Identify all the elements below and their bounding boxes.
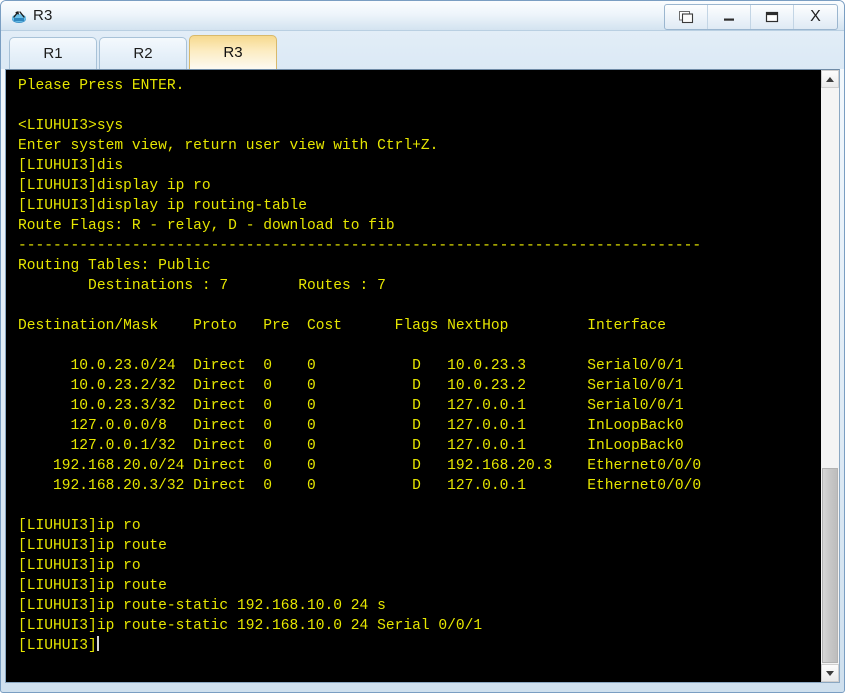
terminal-scrollbar[interactable] bbox=[820, 70, 839, 682]
scroll-down-button[interactable] bbox=[821, 664, 839, 682]
restore-window-button[interactable] bbox=[665, 5, 708, 29]
tab-r3[interactable]: R3 bbox=[189, 35, 277, 69]
terminal-output: Please Press ENTER. <LIUHUI3>sys Enter s… bbox=[18, 78, 702, 654]
scrollbar-track[interactable] bbox=[821, 88, 839, 664]
device-tab-strip: R1 R2 R3 bbox=[1, 31, 844, 69]
chevron-up-icon bbox=[826, 76, 834, 82]
close-window-button[interactable]: X bbox=[794, 5, 837, 29]
tab-r2[interactable]: R2 bbox=[99, 37, 187, 69]
title-bar: R3 X bbox=[1, 1, 844, 31]
tab-label: R3 bbox=[223, 44, 243, 61]
terminal-shell: Please Press ENTER. <LIUHUI3>sys Enter s… bbox=[5, 69, 840, 683]
terminal-window: R3 X R1 R2 R3 Please Press ENTER. <LIUHU… bbox=[0, 0, 845, 693]
router-icon bbox=[9, 6, 29, 26]
tab-r1[interactable]: R1 bbox=[9, 37, 97, 69]
terminal-cursor bbox=[96, 636, 99, 651]
chevron-down-icon bbox=[826, 670, 834, 676]
close-icon: X bbox=[810, 8, 821, 25]
window-controls: X bbox=[664, 4, 838, 30]
scrollbar-thumb[interactable] bbox=[822, 468, 838, 663]
scroll-up-button[interactable] bbox=[821, 70, 839, 88]
terminal-console[interactable]: Please Press ENTER. <LIUHUI3>sys Enter s… bbox=[6, 70, 820, 682]
minimize-window-button[interactable] bbox=[708, 5, 751, 29]
maximize-window-button[interactable] bbox=[751, 5, 794, 29]
window-title: R3 bbox=[33, 6, 53, 24]
tab-label: R1 bbox=[43, 45, 63, 62]
tab-label: R2 bbox=[133, 45, 153, 62]
